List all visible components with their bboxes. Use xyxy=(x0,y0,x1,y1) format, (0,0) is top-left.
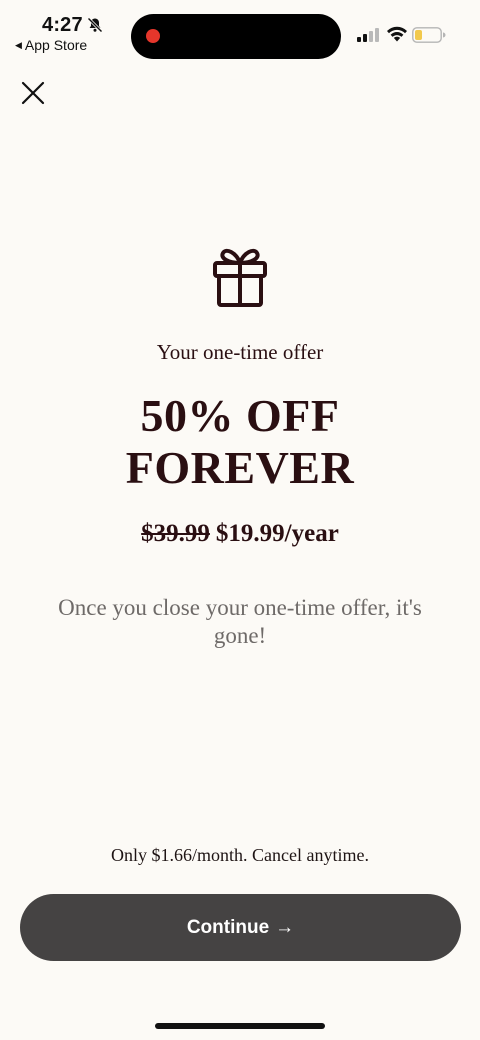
status-time: 4:27 xyxy=(42,14,83,36)
new-price: $19.99/year xyxy=(215,520,339,547)
headline-line-2: FOREVER xyxy=(125,442,355,493)
bell-slash-icon xyxy=(87,17,103,33)
headline-line-1: 50% OFF xyxy=(140,390,340,441)
status-bar: 4:27 ◀ App Store xyxy=(0,0,480,62)
offer-subtitle: Your one-time offer xyxy=(156,340,324,364)
offer-warning: Once you close your one-time offer, it's… xyxy=(58,595,422,648)
continue-label: Continue xyxy=(186,916,270,938)
gift-icon xyxy=(213,248,267,307)
offer-headline: 50% OFF FOREVER xyxy=(0,390,480,494)
back-to-app-store[interactable]: ◀ App Store xyxy=(15,37,87,53)
monthly-price-note: Only $1.66/month. Cancel anytime. xyxy=(111,845,369,865)
arrow-right-icon: → xyxy=(275,916,295,938)
old-price: $39.99 xyxy=(141,520,210,547)
continue-button[interactable]: Continue → xyxy=(20,894,461,961)
home-indicator[interactable] xyxy=(155,1023,325,1029)
battery-low-icon xyxy=(412,27,446,43)
close-icon[interactable] xyxy=(20,80,46,106)
recording-indicator-icon xyxy=(146,29,160,43)
back-app-label: App Store xyxy=(24,37,88,53)
back-arrow-icon: ◀ xyxy=(15,39,22,50)
wifi-icon xyxy=(387,26,407,42)
cellular-signal-icon xyxy=(357,28,379,42)
price-line: $39.99 $19.99/year xyxy=(0,520,480,548)
dynamic-island xyxy=(131,14,341,59)
